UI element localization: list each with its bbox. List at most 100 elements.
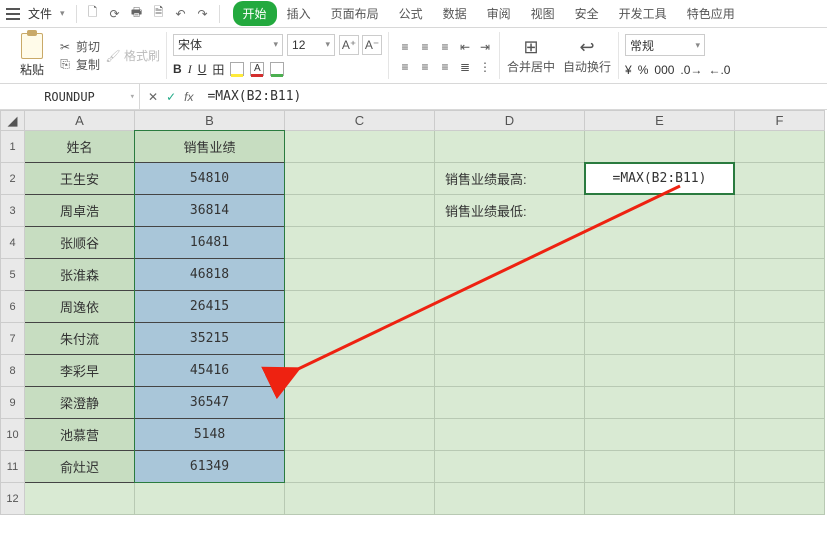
cell[interactable]: 5148 (135, 419, 285, 451)
cell[interactable] (585, 291, 735, 323)
row-header[interactable]: 2 (1, 163, 25, 195)
col-header-D[interactable]: D (435, 111, 585, 131)
tab-view[interactable]: 视图 (521, 1, 565, 26)
cell[interactable]: 16481 (135, 227, 285, 259)
decrease-font-icon[interactable]: A⁻ (362, 35, 382, 55)
cell[interactable] (285, 163, 435, 195)
underline-button[interactable]: U (198, 62, 207, 76)
col-header-E[interactable]: E (585, 111, 735, 131)
indent-increase-icon[interactable]: ⇥ (475, 37, 495, 57)
cell[interactable] (435, 323, 585, 355)
save-icon[interactable]: 🗋 (84, 5, 102, 23)
cell[interactable] (285, 227, 435, 259)
highlight-button[interactable] (270, 62, 284, 76)
menu-icon[interactable] (6, 7, 20, 21)
cell[interactable] (435, 259, 585, 291)
cell[interactable] (585, 227, 735, 259)
cell[interactable]: 销售业绩 (135, 131, 285, 163)
cell[interactable]: 朱付流 (25, 323, 135, 355)
cell[interactable]: 销售业绩最高: (435, 163, 585, 195)
align-center-icon[interactable]: ≡ (415, 57, 435, 77)
decimal-inc-icon[interactable]: .0→ (680, 63, 702, 77)
print-icon[interactable]: 🖶 (128, 5, 146, 23)
cell[interactable] (585, 195, 735, 227)
cell[interactable] (735, 227, 825, 259)
cell[interactable]: 54810 (135, 163, 285, 195)
cancel-formula-icon[interactable]: ✕ (148, 90, 158, 104)
cell[interactable] (435, 355, 585, 387)
cell[interactable] (735, 163, 825, 195)
chevron-down-icon[interactable]: ▾ (130, 92, 135, 102)
font-color-button[interactable]: A (250, 62, 264, 76)
cell[interactable] (735, 419, 825, 451)
cell[interactable] (585, 451, 735, 483)
indent-decrease-icon[interactable]: ⇤ (455, 37, 475, 57)
cell[interactable] (435, 483, 585, 515)
cell[interactable] (285, 291, 435, 323)
cell[interactable] (735, 259, 825, 291)
row-header[interactable]: 10 (1, 419, 25, 451)
active-cell-e2[interactable]: =MAX(B2:B11) (585, 163, 735, 195)
tab-insert[interactable]: 插入 (277, 1, 321, 26)
row-header[interactable]: 6 (1, 291, 25, 323)
cell[interactable]: 26415 (135, 291, 285, 323)
cell[interactable] (285, 451, 435, 483)
row-header[interactable]: 8 (1, 355, 25, 387)
font-size-select[interactable]: 12▾ (287, 34, 335, 56)
cell[interactable]: 销售业绩最低: (435, 195, 585, 227)
paste-button[interactable]: 粘贴 (12, 33, 52, 78)
row-header[interactable]: 7 (1, 323, 25, 355)
tab-layout[interactable]: 页面布局 (321, 1, 389, 26)
cell[interactable] (135, 483, 285, 515)
cell[interactable] (735, 195, 825, 227)
row-header[interactable]: 4 (1, 227, 25, 259)
align-left-icon[interactable]: ≡ (395, 57, 415, 77)
cell[interactable] (285, 323, 435, 355)
name-box[interactable]: ROUNDUP ▾ (0, 84, 140, 110)
cell[interactable] (435, 419, 585, 451)
cell[interactable]: 36547 (135, 387, 285, 419)
bold-button[interactable]: B (173, 62, 182, 76)
tab-special[interactable]: 特色应用 (677, 1, 745, 26)
number-format-select[interactable]: 常规▾ (625, 34, 705, 56)
copy-button[interactable]: ⎘复制 (58, 56, 100, 73)
row-header[interactable]: 1 (1, 131, 25, 163)
cell[interactable]: 池慕营 (25, 419, 135, 451)
align-top-right-icon[interactable]: ≡ (435, 37, 455, 57)
cell[interactable] (735, 387, 825, 419)
wrap-text-button[interactable]: ↩自动换行 (562, 37, 612, 75)
cell[interactable] (735, 291, 825, 323)
cell[interactable] (735, 451, 825, 483)
italic-button[interactable]: I (188, 62, 192, 77)
fx-icon[interactable]: fx (184, 90, 193, 104)
decimal-dec-icon[interactable]: ←.0 (708, 63, 730, 77)
formula-input[interactable]: =MAX(B2:B11) (201, 89, 827, 104)
cell[interactable] (25, 483, 135, 515)
undo-icon[interactable]: ↶ (172, 5, 190, 23)
format-painter-button[interactable]: 🖌格式刷 (106, 47, 160, 64)
cell[interactable] (585, 355, 735, 387)
cell[interactable] (585, 419, 735, 451)
cell[interactable]: 俞灶迟 (25, 451, 135, 483)
cell[interactable] (735, 323, 825, 355)
align-justify-icon[interactable]: ≣ (455, 57, 475, 77)
cell[interactable] (285, 259, 435, 291)
col-header-C[interactable]: C (285, 111, 435, 131)
col-header-B[interactable]: B (135, 111, 285, 131)
chevron-down-icon[interactable]: ▾ (60, 8, 65, 19)
cell[interactable]: 45416 (135, 355, 285, 387)
refresh-icon[interactable]: ⟳ (106, 5, 124, 23)
cell[interactable]: 王生安 (25, 163, 135, 195)
redo-icon[interactable]: ↷ (194, 5, 212, 23)
cell[interactable] (435, 291, 585, 323)
row-header[interactable]: 11 (1, 451, 25, 483)
align-right-icon[interactable]: ≡ (435, 57, 455, 77)
tab-dev[interactable]: 开发工具 (609, 1, 677, 26)
row-header[interactable]: 12 (1, 483, 25, 515)
cell[interactable] (735, 131, 825, 163)
percent-icon[interactable]: % (638, 63, 649, 77)
align-top-center-icon[interactable]: ≡ (415, 37, 435, 57)
cell[interactable] (285, 483, 435, 515)
cell[interactable] (285, 387, 435, 419)
file-menu[interactable]: 文件 (28, 5, 52, 22)
